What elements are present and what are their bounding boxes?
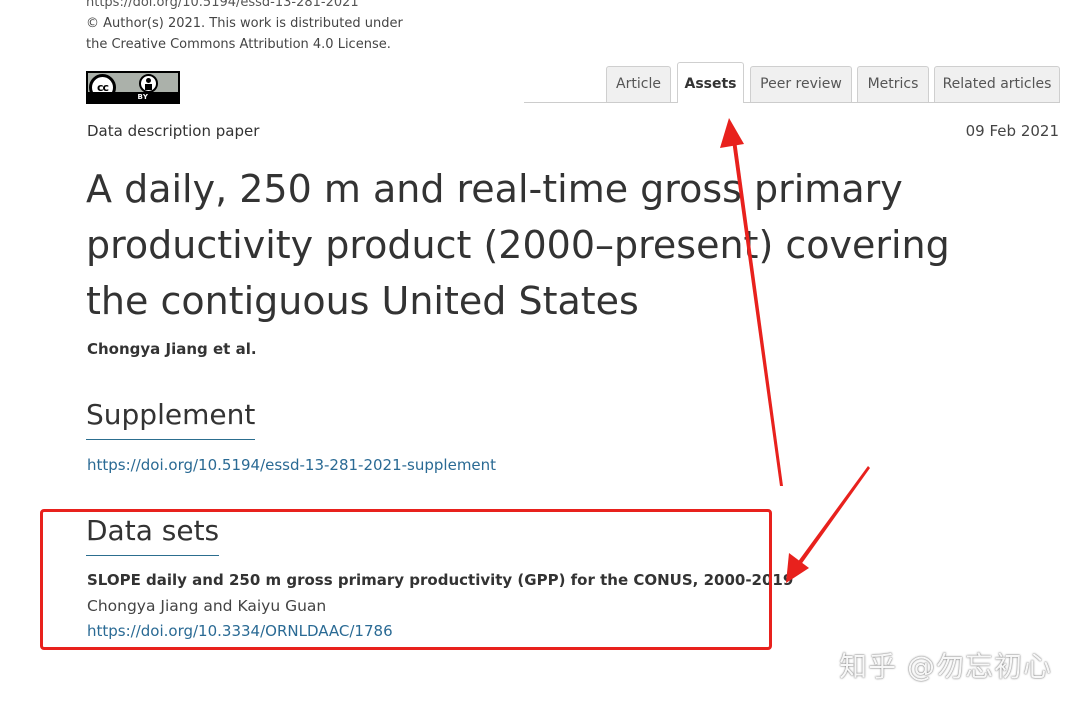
tab-metrics[interactable]: Metrics	[857, 66, 929, 102]
license-statement: https://doi.org/10.5194/essd-13-281-2021…	[86, 0, 403, 55]
tab-assets[interactable]: Assets	[677, 62, 744, 103]
datasets-highlight-box	[40, 509, 772, 650]
supplement-link[interactable]: https://doi.org/10.5194/essd-13-281-2021…	[87, 456, 496, 474]
tab-article[interactable]: Article	[606, 66, 671, 102]
license-text: the Creative Commons Attribution 4.0 Lic…	[86, 37, 391, 52]
publication-date: 09 Feb 2021	[965, 122, 1059, 140]
supplement-heading: Supplement	[86, 397, 256, 440]
copyright-text: © Author(s) 2021. This work is distribut…	[86, 16, 403, 31]
tabs-baseline	[524, 102, 1060, 103]
tab-related-articles[interactable]: Related articles	[934, 66, 1060, 102]
arrow-to-datasets-box	[786, 466, 870, 583]
cc-by-license-badge[interactable]: cc BY	[86, 71, 180, 104]
watermark-text: 知乎 @勿忘初心	[839, 650, 1052, 683]
badge-by-label: BY	[88, 92, 178, 102]
attribution-person-icon	[139, 74, 158, 93]
paper-type: Data description paper	[87, 122, 260, 140]
page-title: A daily, 250 m and real-time gross prima…	[86, 167, 950, 323]
tab-peer-review[interactable]: Peer review	[750, 66, 852, 102]
license-doi-link[interactable]: https://doi.org/10.5194/essd-13-281-2021	[86, 0, 403, 13]
paper-authors[interactable]: Chongya Jiang et al.	[87, 340, 257, 358]
